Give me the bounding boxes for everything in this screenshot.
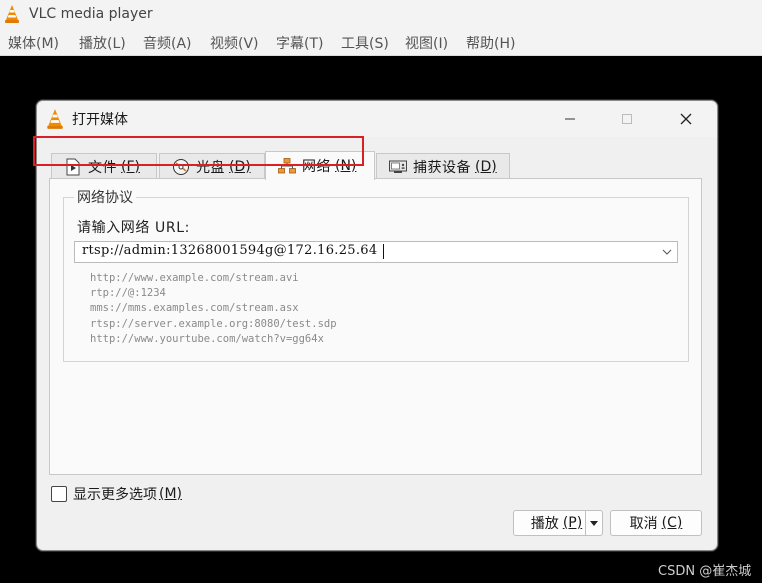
menu-playback[interactable]: 播放(L) (79, 33, 126, 53)
cancel-button[interactable]: 取消 (C) (610, 510, 702, 536)
maximize-icon (622, 114, 632, 124)
chevron-down-icon[interactable] (659, 243, 675, 261)
url-example: mms://mms.examples.com/stream.asx (90, 302, 299, 315)
dialog-title-bar: 打开媒体 (37, 101, 717, 137)
close-button[interactable] (663, 101, 709, 137)
capture-device-icon (389, 158, 407, 176)
watermark: CSDN @崔杰城 (658, 564, 752, 579)
network-icon (278, 157, 296, 175)
menu-subtitle[interactable]: 字幕(T) (276, 33, 323, 53)
tab-capture-device-hotkey: (D) (475, 158, 497, 175)
minimize-button[interactable] (547, 101, 593, 137)
tab-network-hotkey: (N) (335, 158, 357, 174)
tab-capture-device[interactable]: 捕获设备 (D) (376, 153, 510, 179)
url-examples: http://www.example.com/stream.avi rtp://… (90, 271, 337, 347)
more-options-label: 显示更多选项 (73, 487, 157, 503)
tab-disc-label: 光盘 (196, 159, 225, 176)
menu-audio[interactable]: 音频(A) (143, 33, 192, 53)
url-label: 请输入网络 URL: (77, 220, 190, 236)
tab-network[interactable]: 网络 (N) (265, 151, 375, 180)
app-title: VLC media player (29, 6, 153, 22)
menu-tools[interactable]: 工具(S) (341, 33, 389, 53)
tab-network-label: 网络 (302, 159, 331, 175)
url-example: rtp://@:1234 (90, 287, 166, 300)
text-caret (383, 244, 384, 259)
menu-media[interactable]: 媒体(M) (8, 33, 59, 53)
tab-capture-device-label: 捕获设备 (413, 159, 471, 176)
show-more-options[interactable]: 显示更多选项 (M) (51, 484, 182, 504)
main-title-bar: VLC media player (0, 0, 762, 30)
menu-view[interactable]: 视图(I) (405, 33, 448, 53)
url-example: rtsp://server.example.org:8080/test.sdp (90, 317, 337, 330)
play-dropdown-button[interactable] (585, 510, 603, 536)
menu-help[interactable]: 帮助(H) (466, 33, 515, 53)
open-media-dialog: 打开媒体 文件 (F) 光盘 (D) 网络 (N) 捕获设备 (D) 网络协议 … (36, 100, 718, 551)
vlc-cone-icon (4, 4, 20, 24)
network-protocol-group: 网络协议 请输入网络 URL: rtsp://admin:13268001594… (63, 187, 689, 362)
cancel-button-hotkey: (C) (661, 515, 683, 531)
file-play-icon (64, 158, 82, 176)
maximize-button[interactable] (604, 101, 650, 137)
tab-file-hotkey: (F) (121, 158, 140, 175)
dialog-title: 打开媒体 (72, 112, 128, 128)
close-icon (680, 113, 692, 125)
network-tab-panel: 网络协议 请输入网络 URL: rtsp://admin:13268001594… (49, 178, 702, 475)
vlc-cone-icon (46, 108, 64, 130)
cancel-button-label: 取消 (629, 516, 658, 532)
network-url-input[interactable]: rtsp://admin:13268001594g@172.16.25.64 (74, 241, 678, 263)
menu-video[interactable]: 视频(V) (210, 33, 259, 53)
play-button-label: 播放 (530, 516, 559, 532)
group-title: 网络协议 (74, 187, 136, 207)
more-options-checkbox[interactable] (51, 486, 67, 502)
network-url-value: rtsp://admin:13268001594g@172.16.25.64 (82, 243, 378, 258)
menu-bar: 媒体(M) 播放(L) 音频(A) 视频(V) 字幕(T) 工具(S) 视图(I… (0, 30, 762, 56)
triangle-down-icon (590, 520, 598, 526)
url-example: http://www.example.com/stream.avi (90, 272, 299, 284)
minimize-icon (565, 118, 575, 120)
play-button-hotkey: (P) (562, 515, 583, 531)
tab-disc[interactable]: 光盘 (D) (159, 153, 265, 179)
more-options-hotkey: (M) (159, 486, 183, 502)
disc-icon (172, 158, 190, 176)
url-example: http://www.yourtube.com/watch?v=gg64x (90, 332, 324, 345)
tab-file-label: 文件 (88, 159, 117, 176)
tab-file[interactable]: 文件 (F) (51, 153, 157, 179)
tab-disc-hotkey: (D) (229, 158, 251, 175)
